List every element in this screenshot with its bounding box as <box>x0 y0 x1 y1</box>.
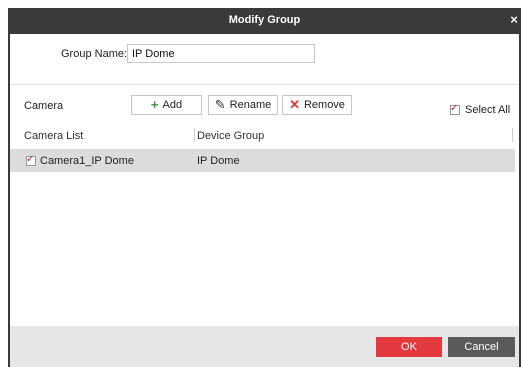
close-icon[interactable]: × <box>507 12 521 28</box>
dialog-footer <box>10 326 519 367</box>
dialog-title: Modify Group <box>228 14 301 26</box>
plus-icon: + <box>150 97 159 112</box>
ok-button[interactable]: OK <box>376 337 442 357</box>
column-header-device-group[interactable]: Device Group <box>197 130 264 142</box>
group-name-label: Group Name: <box>61 48 128 60</box>
title-bar: Modify Group × <box>8 8 521 34</box>
select-all-toggle[interactable]: ✓ Select All <box>450 103 511 116</box>
group-name-input[interactable] <box>127 44 315 63</box>
row-checkbox[interactable]: ✓ <box>26 154 36 166</box>
column-divider-end[interactable] <box>512 128 513 142</box>
modify-group-dialog: Modify Group × Group Name: Camera + Add … <box>0 0 521 367</box>
column-divider[interactable] <box>194 128 195 142</box>
cancel-button[interactable]: Cancel <box>448 337 515 357</box>
remove-button-label: Remove <box>303 99 345 111</box>
table-row[interactable]: ✓ Camera1_IP Dome IP Dome <box>10 149 515 172</box>
pencil-icon: ✎ <box>214 97 226 112</box>
rename-button[interactable]: ✎ Rename <box>208 95 278 115</box>
remove-button[interactable]: ✕ Remove <box>282 95 352 115</box>
select-all-checkbox[interactable]: ✓ <box>450 103 460 115</box>
camera-section-label: Camera <box>24 100 64 112</box>
rename-button-label: Rename <box>229 99 272 111</box>
x-icon: ✕ <box>289 97 300 112</box>
add-button-label: Add <box>162 99 183 111</box>
camera-name-cell: Camera1_IP Dome <box>40 155 134 167</box>
check-icon: ✓ <box>26 154 35 165</box>
add-button[interactable]: + Add <box>131 95 202 115</box>
select-all-label: Select All <box>465 104 511 116</box>
camera-list <box>10 148 519 308</box>
divider <box>10 84 519 85</box>
device-group-cell: IP Dome <box>197 155 240 167</box>
check-icon: ✓ <box>450 103 459 114</box>
column-header-camera-list[interactable]: Camera List <box>24 130 83 142</box>
